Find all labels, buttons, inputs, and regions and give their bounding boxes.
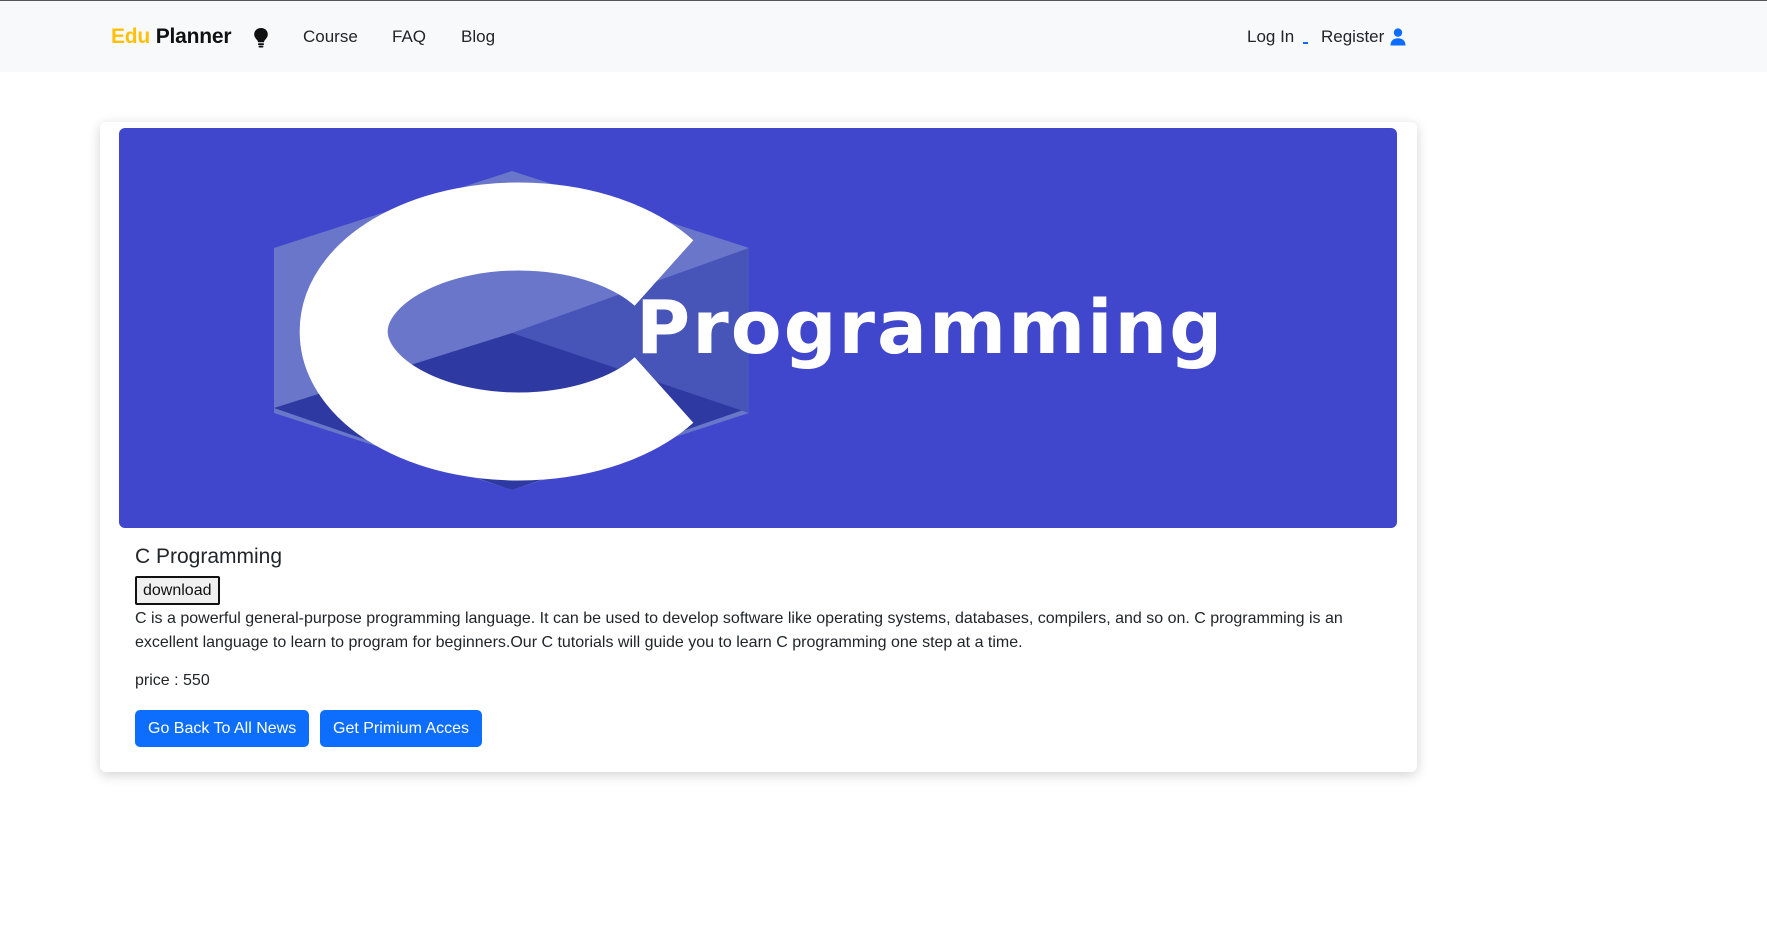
navbar: Edu Planner Course FAQ Blog Log In Regis… [0,1,1767,72]
nav-separator [1303,42,1308,44]
brand-part-planner: Planner [155,25,232,48]
banner-text: Programming [636,285,1225,371]
brand-part-edu: Edu [111,25,151,48]
premium-access-button[interactable]: Get Primium Acces [320,710,483,747]
nav-link-course[interactable]: Course [303,27,358,47]
brand-logo[interactable]: Edu Planner [111,25,232,49]
course-description: C is a powerful general-purpose programm… [135,610,1343,651]
register-link[interactable]: Register [1321,27,1384,47]
course-banner-image: Programming [119,128,1397,528]
price-value: 550 [183,672,210,689]
lightbulb-icon[interactable] [253,27,269,49]
course-title: C Programming [135,545,283,568]
price-row: price : 550 [135,672,210,690]
login-link[interactable]: Log In [1247,27,1294,47]
download-button[interactable]: download [135,576,220,605]
nav-link-faq[interactable]: FAQ [392,27,426,47]
nav-link-blog[interactable]: Blog [461,27,495,47]
price-label: price : [135,672,179,689]
user-icon[interactable] [1390,28,1406,46]
back-to-news-button[interactable]: Go Back To All News [135,710,310,747]
course-card: Programming C Programming download C is … [100,122,1417,772]
